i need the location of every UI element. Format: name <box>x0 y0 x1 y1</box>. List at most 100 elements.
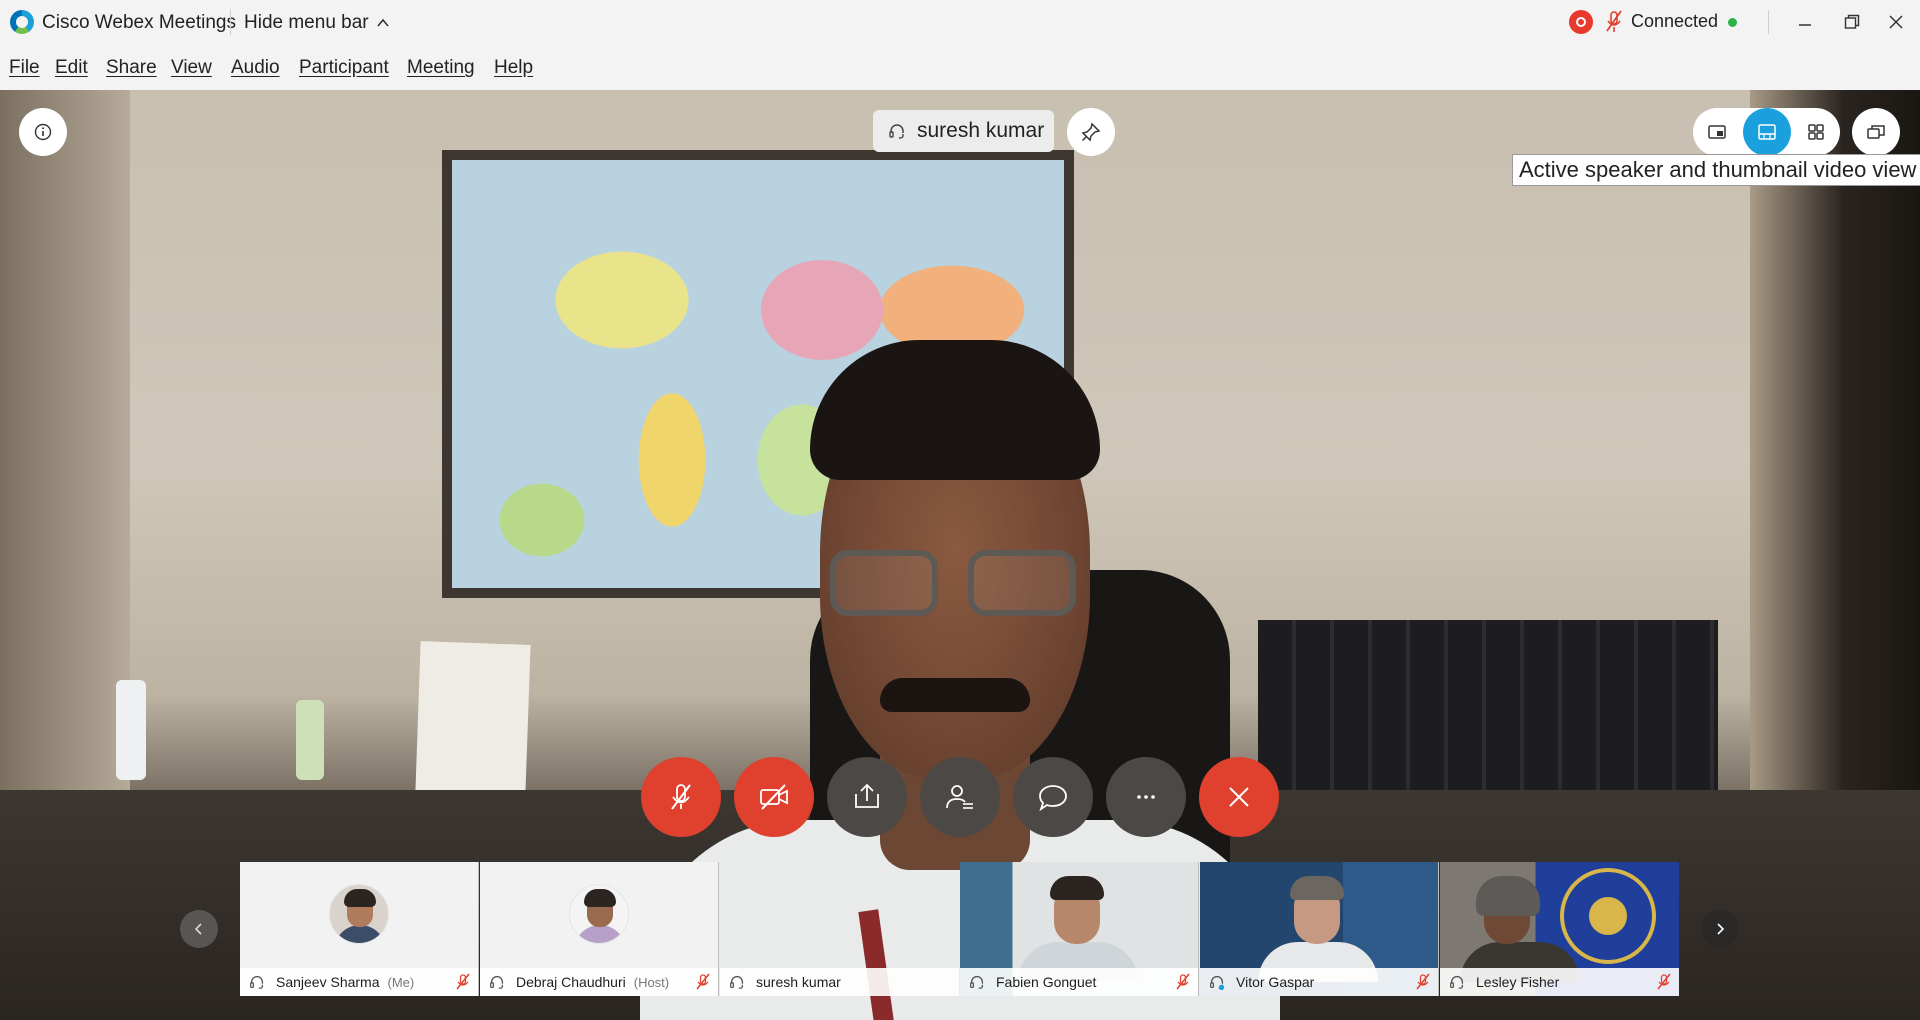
thumbnails-next-button[interactable] <box>1701 910 1739 948</box>
participant-thumbnail[interactable]: Lesley Fisher <box>1440 862 1679 996</box>
grid-icon <box>1808 124 1824 140</box>
pin-button[interactable] <box>1067 108 1115 156</box>
participant-label: Lesley Fisher <box>1440 968 1679 996</box>
menu-help[interactable]: Help <box>494 57 533 79</box>
mic-muted-icon <box>1657 973 1671 990</box>
webex-window: Cisco Webex Meetings Hide menu bar Conne… <box>0 0 1920 1020</box>
video-off-icon <box>760 784 788 810</box>
participant-name: suresh kumar <box>756 974 841 990</box>
participant-thumbnail[interactable]: Sanjeev Sharma (Me) <box>240 862 479 996</box>
headset-icon <box>889 124 904 139</box>
participant-name: Vitor Gaspar <box>1236 974 1315 990</box>
close-icon <box>1229 787 1249 807</box>
participant-thumbnail[interactable]: Fabien Gonguet <box>960 862 1199 996</box>
close-icon <box>1889 15 1903 29</box>
chevron-up-icon <box>377 18 389 27</box>
info-icon <box>34 123 52 141</box>
participant-label: Sanjeev Sharma (Me) <box>240 968 478 996</box>
participant-name: Debraj Chaudhuri <box>516 974 626 990</box>
speaker-thumbnail-view-button[interactable] <box>1743 108 1791 156</box>
mute-button[interactable] <box>641 757 721 837</box>
menu-audio[interactable]: Audio <box>231 57 280 79</box>
menu-view[interactable]: View <box>171 57 212 79</box>
close-window-button[interactable] <box>1882 8 1910 36</box>
active-speaker-name: suresh kumar <box>917 119 1045 142</box>
participant-video <box>1440 862 1679 982</box>
menu-file[interactable]: File <box>9 57 40 79</box>
mic-muted-icon <box>456 973 470 990</box>
imf-seal-background <box>1560 868 1656 964</box>
participant-label: suresh kumar <box>720 968 959 996</box>
connection-status[interactable]: Connected <box>1631 11 1718 32</box>
menu-share[interactable]: Share <box>106 57 157 79</box>
minimize-icon <box>1799 24 1811 26</box>
more-options-button[interactable] <box>1106 757 1186 837</box>
background-sanitizer <box>296 700 324 780</box>
mic-muted-icon <box>1416 973 1430 990</box>
mic-muted-icon <box>696 973 710 990</box>
share-content-button[interactable] <box>827 757 907 837</box>
app-title: Cisco Webex Meetings <box>42 12 236 33</box>
participant-thumbnail[interactable]: Vitor Gaspar <box>1200 862 1439 996</box>
menu-participant[interactable]: Participant <box>299 57 389 79</box>
chevron-left-icon <box>194 923 202 935</box>
picture-in-picture-icon <box>1708 125 1726 139</box>
participant-video <box>960 862 1198 982</box>
avatar <box>329 884 389 944</box>
background-bottle <box>116 680 146 780</box>
background-wall-left <box>0 90 130 850</box>
mic-muted-status-icon <box>1606 10 1622 32</box>
participant-label: Debraj Chaudhuri (Host) <box>480 968 718 996</box>
thumbnails-prev-button[interactable] <box>180 910 218 948</box>
participant-name: Fabien Gonguet <box>996 974 1097 990</box>
title-divider-2 <box>1768 10 1769 34</box>
title-divider <box>230 9 231 35</box>
participant-name: Sanjeev Sharma <box>276 974 380 990</box>
participant-video <box>1200 862 1438 982</box>
participant-thumbnail[interactable]: suresh kumar <box>720 862 959 996</box>
webex-logo-icon <box>10 10 34 34</box>
layout-switcher <box>1693 108 1840 156</box>
headset-icon <box>490 976 504 989</box>
share-icon <box>855 783 879 808</box>
layout-tooltip: Active speaker and thumbnail video view <box>1512 154 1920 186</box>
chat-button[interactable] <box>1013 757 1093 837</box>
participant-role: (Host) <box>633 974 670 990</box>
menu-edit[interactable]: Edit <box>55 57 88 79</box>
participant-thumbnail[interactable]: Debraj Chaudhuri (Host) <box>480 862 719 996</box>
avatar <box>569 884 629 944</box>
minimize-button[interactable] <box>1791 8 1819 36</box>
picture-in-picture-view-button[interactable] <box>1693 108 1741 156</box>
hide-menu-bar-button[interactable]: Hide menu bar <box>244 12 391 34</box>
mic-off-icon <box>671 784 691 810</box>
leave-meeting-button[interactable] <box>1199 757 1279 837</box>
participants-button[interactable] <box>920 757 1000 837</box>
more-icon <box>1137 795 1155 799</box>
hide-menu-bar-label: Hide menu bar <box>244 12 369 33</box>
recording-icon[interactable] <box>1569 10 1593 34</box>
connected-dot-icon <box>1728 18 1737 27</box>
popout-view-button[interactable] <box>1852 108 1900 156</box>
headset-icon <box>1450 976 1464 989</box>
background-paper <box>415 641 531 795</box>
grid-view-button[interactable] <box>1792 108 1840 156</box>
menu-meeting[interactable]: Meeting <box>407 57 475 79</box>
background-wall-right <box>1750 90 1920 790</box>
headset-icon <box>730 976 744 989</box>
restore-button[interactable] <box>1838 8 1866 36</box>
participant-label: Vitor Gaspar <box>1200 968 1438 996</box>
mic-muted-icon <box>1176 973 1190 990</box>
meeting-info-button[interactable] <box>19 108 67 156</box>
active-speaker-label: suresh kumar <box>873 110 1055 152</box>
pin-icon <box>1081 122 1101 142</box>
headset-icon <box>1210 976 1225 991</box>
restore-icon <box>1844 14 1860 29</box>
speaker-thumbnail-icon <box>1758 124 1776 140</box>
headset-icon <box>970 976 984 989</box>
participant-label: Fabien Gonguet <box>960 968 1198 996</box>
stop-video-button[interactable] <box>734 757 814 837</box>
popout-windows-icon <box>1867 125 1885 139</box>
thumbnail-strip: Sanjeev Sharma (Me) Debraj Chaudhuri (Ho… <box>240 862 1680 996</box>
participant-name: Lesley Fisher <box>1476 974 1560 990</box>
menu-bar: File Edit Share View Audio Participant M… <box>0 48 1920 88</box>
